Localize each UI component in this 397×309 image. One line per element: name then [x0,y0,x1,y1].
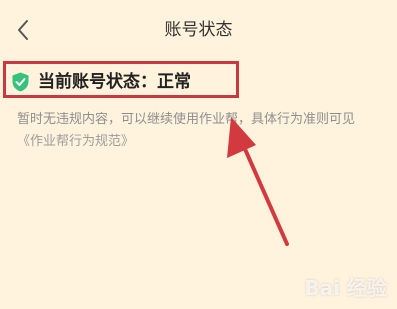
account-status-row: 当前账号状态：正常 [12,70,191,94]
description-text: 暂时无违规内容，可以继续使用作业帮，具体行为准则可见 [17,112,356,127]
navigation-bar: 账号状态 [0,0,397,58]
account-status-label: 当前账号状态：正常 [38,72,191,92]
watermark-logo: Bai 经验 [304,276,387,300]
shield-check-icon [12,72,29,92]
status-description: 暂时无违规内容，可以继续使用作业帮，具体行为准则可见 《作业帮行为规范》 [17,109,385,153]
behavior-rules-link[interactable]: 《作业帮行为规范》 [17,134,134,149]
page-title: 账号状态 [164,20,233,40]
